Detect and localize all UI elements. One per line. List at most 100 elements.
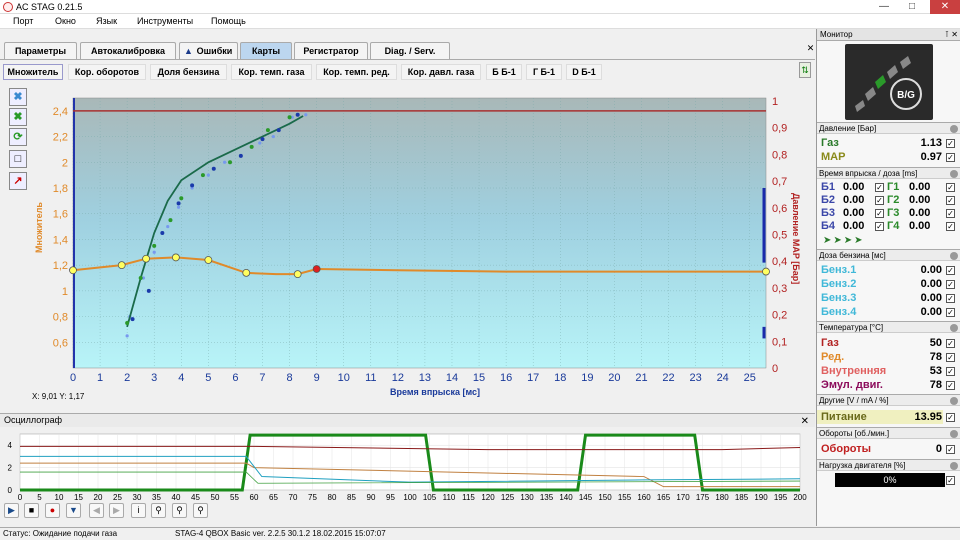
tab-recorder[interactable]: Регистратор bbox=[294, 42, 368, 60]
close-button[interactable]: ✕ bbox=[930, 0, 960, 14]
subtab-b-b1[interactable]: Б Б-1 bbox=[486, 64, 522, 80]
oscilloscope-chart[interactable]: 4200 5 10 15 20 25 30 35 40 45 50 55 60 65 70 75 80 85 90 9… bbox=[0, 428, 815, 502]
zoom-icon[interactable]: ⚲ bbox=[151, 503, 166, 518]
menu-window[interactable]: Окно bbox=[55, 16, 76, 26]
maximize-button[interactable]: □ bbox=[900, 0, 924, 14]
temperature-header-label: Температура [°C] bbox=[819, 323, 884, 332]
petrol-injector-checkbox[interactable]: ✓ bbox=[875, 183, 884, 192]
collapse-icon[interactable] bbox=[950, 324, 958, 332]
monitor-header: Монитор ⊺ ✕ bbox=[817, 29, 960, 41]
petrol-dose-label: Бенз.3 bbox=[821, 292, 857, 304]
refresh-icon[interactable]: ⟳ bbox=[9, 128, 27, 146]
gas-pressure-checkbox[interactable]: ✓ bbox=[946, 139, 955, 148]
subtab-d-b1[interactable]: D Б-1 bbox=[566, 64, 602, 80]
osc-y-tick: 4 bbox=[8, 441, 13, 450]
load-header-label: Нагрузка двигателя [%] bbox=[819, 461, 906, 470]
petrol-dose-checkbox[interactable]: ✓ bbox=[946, 308, 955, 317]
subtab-g-b1[interactable]: Г Б-1 bbox=[526, 64, 562, 80]
orientation-tool-icon[interactable]: ⇅ bbox=[799, 62, 811, 78]
collapse-icon[interactable] bbox=[950, 170, 958, 178]
load-checkbox[interactable]: ✓ bbox=[946, 476, 955, 485]
tab-errors[interactable]: ▲ Ошибки bbox=[179, 42, 238, 60]
temperature-checkbox[interactable]: ✓ bbox=[946, 353, 955, 362]
rpm-checkbox[interactable]: ✓ bbox=[946, 445, 955, 454]
monitor-pin-icon[interactable]: ⊺ ✕ bbox=[945, 29, 958, 40]
petrol-dose-checkbox[interactable]: ✓ bbox=[946, 280, 955, 289]
record-button[interactable]: ● bbox=[45, 503, 60, 518]
temperature-checkbox[interactable]: ✓ bbox=[946, 339, 955, 348]
menu-tools[interactable]: Инструменты bbox=[137, 16, 193, 26]
bg-status-logo: B/G bbox=[845, 44, 933, 120]
info-button[interactable]: i bbox=[131, 503, 146, 518]
cursor-coordinates: X: 9,01 Y: 1,17 bbox=[32, 392, 85, 401]
zoom-in-icon[interactable]: ⚲ bbox=[172, 503, 187, 518]
gas-injector-checkbox[interactable]: ✓ bbox=[946, 196, 955, 205]
subtab-gas-temp-correction[interactable]: Кор. темп. газа bbox=[231, 64, 312, 80]
status-bar: Статус: Ожидание подачи газа STAG-4 QBOX… bbox=[0, 527, 960, 540]
accept-map-icon[interactable]: ✖ bbox=[9, 108, 27, 126]
petrol-dose-checkbox[interactable]: ✓ bbox=[946, 294, 955, 303]
zoom-out-icon[interactable]: ⚲ bbox=[193, 503, 208, 518]
rpm-value: 0 bbox=[935, 443, 942, 455]
stop-button[interactable]: ■ bbox=[24, 503, 39, 518]
osc-x-tick: 140 bbox=[559, 493, 573, 502]
menu-help[interactable]: Помощь bbox=[211, 16, 246, 26]
petrol-injector-checkbox[interactable]: ✓ bbox=[875, 196, 884, 205]
power-checkbox[interactable]: ✓ bbox=[946, 413, 955, 422]
multiplier-chart[interactable]: 0 1 2 3 4 5 6 7 8 9 10 11 12 13 14 15 16 17 18 19 20 21 22 23 24… bbox=[30, 88, 810, 398]
y-left-tick-label: 1,8 bbox=[53, 183, 68, 195]
close-panel-icon[interactable]: ✕ bbox=[806, 44, 815, 53]
temperature-checkbox[interactable]: ✓ bbox=[946, 367, 955, 376]
forward-button[interactable]: ▶ bbox=[109, 503, 124, 518]
gas-point bbox=[276, 128, 281, 133]
collapse-icon[interactable] bbox=[950, 252, 958, 260]
menu-port[interactable]: Порт bbox=[13, 16, 33, 26]
play-button[interactable]: ▶ bbox=[4, 503, 19, 518]
load-section-header: Нагрузка двигателя [%] bbox=[817, 459, 960, 471]
tab-maps[interactable]: Карты bbox=[240, 42, 292, 60]
back-button[interactable]: ◀ bbox=[89, 503, 104, 518]
osc-x-tick: 80 bbox=[328, 493, 337, 502]
x-tick-label: 1 bbox=[97, 372, 103, 384]
tab-diag-serv[interactable]: Diag. / Serv. bbox=[370, 42, 450, 60]
trend-icon[interactable]: ↗ bbox=[9, 172, 27, 190]
collapse-icon[interactable] bbox=[950, 430, 958, 438]
collapse-icon[interactable] bbox=[950, 462, 958, 470]
petrol-injector-label: Б3 bbox=[821, 207, 836, 219]
petrol-injector-checkbox[interactable]: ✓ bbox=[875, 222, 884, 231]
gas-injector-checkbox[interactable]: ✓ bbox=[946, 222, 955, 231]
map-checkbox[interactable]: ✓ bbox=[946, 153, 955, 162]
gas-injector-checkbox[interactable]: ✓ bbox=[946, 183, 955, 192]
temperature-checkbox[interactable]: ✓ bbox=[946, 381, 955, 390]
oscilloscope-close-icon[interactable]: ✕ bbox=[801, 415, 809, 428]
x-tick-label: 0 bbox=[70, 372, 76, 384]
collapse-icon[interactable] bbox=[950, 125, 958, 133]
subtab-petrol-share[interactable]: Доля бензина bbox=[150, 64, 227, 80]
gas-point bbox=[130, 317, 135, 322]
x-tick-label: 23 bbox=[689, 372, 701, 384]
frame-icon[interactable]: □ bbox=[9, 150, 27, 168]
petrol-dose-label: Бенз.1 bbox=[821, 264, 857, 276]
petrol-point bbox=[206, 173, 210, 177]
window-title: AC STAG 0.21.5 bbox=[16, 2, 83, 12]
osc-x-tick: 180 bbox=[715, 493, 729, 502]
petrol-injector-value: 0.00 bbox=[843, 194, 865, 206]
petrol-injector-label: Б2 bbox=[821, 194, 836, 206]
collapse-icon[interactable] bbox=[950, 397, 958, 405]
clear-map-icon[interactable]: ✖ bbox=[9, 88, 27, 106]
subtab-gas-pressure-correction[interactable]: Кор. давл. газа bbox=[401, 64, 481, 80]
minimize-button[interactable]: — bbox=[872, 0, 896, 14]
menu-language[interactable]: Язык bbox=[96, 16, 117, 26]
download-button[interactable]: ▼ bbox=[66, 503, 81, 518]
subtab-rpm-correction[interactable]: Кор. оборотов bbox=[68, 64, 146, 80]
tab-autocalibration[interactable]: Автокалибровка bbox=[80, 42, 176, 60]
subtab-multiplier[interactable]: Множитель bbox=[3, 64, 63, 80]
gas-injector-checkbox[interactable]: ✓ bbox=[946, 209, 955, 218]
tab-parameters[interactable]: Параметры bbox=[4, 42, 77, 60]
petrol-dose-checkbox[interactable]: ✓ bbox=[946, 266, 955, 275]
osc-x-tick: 165 bbox=[657, 493, 671, 502]
multiplier-point bbox=[142, 254, 150, 263]
subtab-reducer-temp-correction[interactable]: Кор. темп. ред. bbox=[316, 64, 397, 80]
multiplier-point bbox=[242, 268, 251, 277]
petrol-injector-checkbox[interactable]: ✓ bbox=[875, 209, 884, 218]
